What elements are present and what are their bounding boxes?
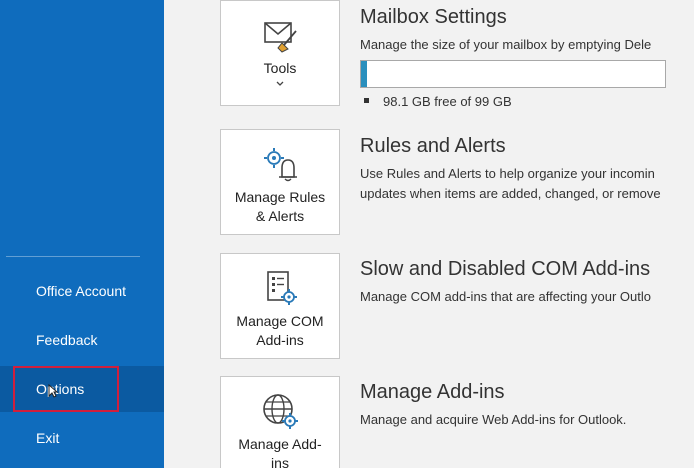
- manage-addins-description: Manage and acquire Web Add-ins for Outlo…: [360, 412, 627, 427]
- manage-rules-label-line1: Manage Rules: [234, 189, 326, 205]
- main-content: Tools Mailbox Settings Manage the size o…: [164, 0, 694, 468]
- envelope-broom-icon: [264, 22, 297, 53]
- sidebar-item-feedback[interactable]: Feedback: [0, 317, 164, 363]
- mailbox-storage-bar: [360, 60, 666, 88]
- mouse-cursor-icon: [48, 384, 58, 398]
- mailbox-free-space: 98.1 GB free of 99 GB: [364, 94, 512, 109]
- com-addins-description: Manage COM add-ins that are affecting yo…: [360, 289, 651, 304]
- manage-rules-alerts-button[interactable]: Manage Rules & Alerts: [220, 129, 340, 235]
- mailbox-free-space-text: 98.1 GB free of 99 GB: [383, 94, 512, 109]
- manage-com-addins-button[interactable]: Manage COM Add-ins: [220, 253, 340, 359]
- manage-addins-label-line2: ins: [271, 455, 289, 468]
- manage-addins-title: Manage Add-ins: [360, 381, 505, 403]
- rules-alerts-description-line1: Use Rules and Alerts to help organize yo…: [360, 166, 655, 181]
- sidebar-divider: [6, 256, 140, 257]
- sidebar-item-office-account[interactable]: Office Account: [0, 268, 164, 314]
- mailbox-settings-description: Manage the size of your mailbox by empty…: [360, 37, 652, 52]
- com-addins-title: Slow and Disabled COM Add-ins: [360, 258, 651, 280]
- sidebar-item-exit[interactable]: Exit: [0, 415, 164, 461]
- gear-bell-icon: [264, 148, 297, 182]
- manage-addins-button[interactable]: Manage Add- ins: [220, 376, 340, 468]
- chevron-down-icon: [276, 81, 284, 86]
- mailbox-settings-title: Mailbox Settings: [360, 6, 507, 28]
- manage-com-label-line1: Manage COM: [236, 313, 324, 329]
- rules-alerts-title: Rules and Alerts: [360, 135, 506, 157]
- document-gear-icon: [267, 271, 297, 305]
- backstage-sidebar: Office Account Feedback Options Exit: [0, 0, 164, 468]
- mailbox-storage-fill: [361, 61, 367, 87]
- rules-alerts-description-line2: updates when items are added, changed, o…: [360, 186, 661, 201]
- tools-button[interactable]: Tools: [220, 0, 340, 106]
- manage-rules-label-line2: & Alerts: [255, 208, 305, 224]
- tools-label: Tools: [263, 60, 297, 76]
- manage-com-label-line2: Add-ins: [256, 332, 304, 348]
- globe-gear-icon: [263, 394, 298, 429]
- manage-addins-label-line1: Manage Add-: [238, 436, 322, 452]
- sidebar-item-options[interactable]: Options: [0, 366, 164, 412]
